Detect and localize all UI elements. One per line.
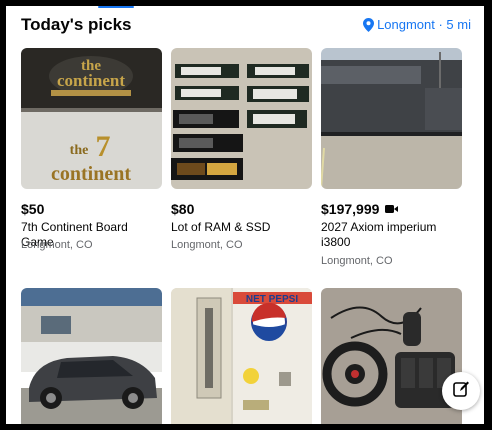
listing-photo <box>321 48 462 189</box>
listing-card[interactable] <box>321 288 462 424</box>
listing-price: $80 <box>171 201 195 217</box>
listing-card[interactable]: NET PEPSI <box>171 288 312 424</box>
picks-header: Today's picks Longmont · 5 mi <box>21 14 471 44</box>
listing-location: Longmont, CO <box>171 239 243 251</box>
marketplace-screen: Today's picks Longmont · 5 mi the contin… <box>6 6 484 424</box>
compose-button[interactable] <box>442 372 480 410</box>
location-filter[interactable]: Longmont · 5 mi <box>363 17 471 33</box>
section-title: Today's picks <box>21 15 132 34</box>
listing-photo <box>321 288 462 424</box>
compose-icon <box>452 380 470 403</box>
listing-card[interactable] <box>21 288 162 424</box>
location-label: Longmont · 5 mi <box>377 17 471 32</box>
svg-text:continent: continent <box>57 71 125 90</box>
listing-location: Longmont, CO <box>21 239 93 251</box>
listing-photo: NET PEPSI <box>171 288 312 424</box>
listing-photo <box>21 288 162 424</box>
svg-text:the: the <box>70 143 89 158</box>
listing-photo <box>171 48 312 189</box>
listing-title: 2027 Axiom imperium i3800 <box>321 220 437 249</box>
location-pin-icon <box>363 18 375 32</box>
listing-card[interactable]: the continent the 7 continent $50 7th Co… <box>21 48 162 251</box>
listing-price: $197,999 <box>321 201 399 218</box>
listing-photo: the continent the 7 continent <box>21 48 162 189</box>
video-icon <box>385 201 399 218</box>
listing-card[interactable]: $197,999 2027 Axiom imperium i3800 Longm… <box>321 48 462 267</box>
svg-text:continent: continent <box>51 163 131 185</box>
tab-indicator <box>98 6 134 8</box>
listing-title: Lot of RAM & SSD <box>171 220 271 234</box>
listing-location: Longmont, CO <box>321 255 393 267</box>
listing-card[interactable]: $80 Lot of RAM & SSD Longmont, CO <box>171 48 312 251</box>
svg-text:7: 7 <box>96 130 111 163</box>
screen-frame: Today's picks Longmont · 5 mi the contin… <box>0 0 492 430</box>
listing-price: $50 <box>21 201 45 217</box>
